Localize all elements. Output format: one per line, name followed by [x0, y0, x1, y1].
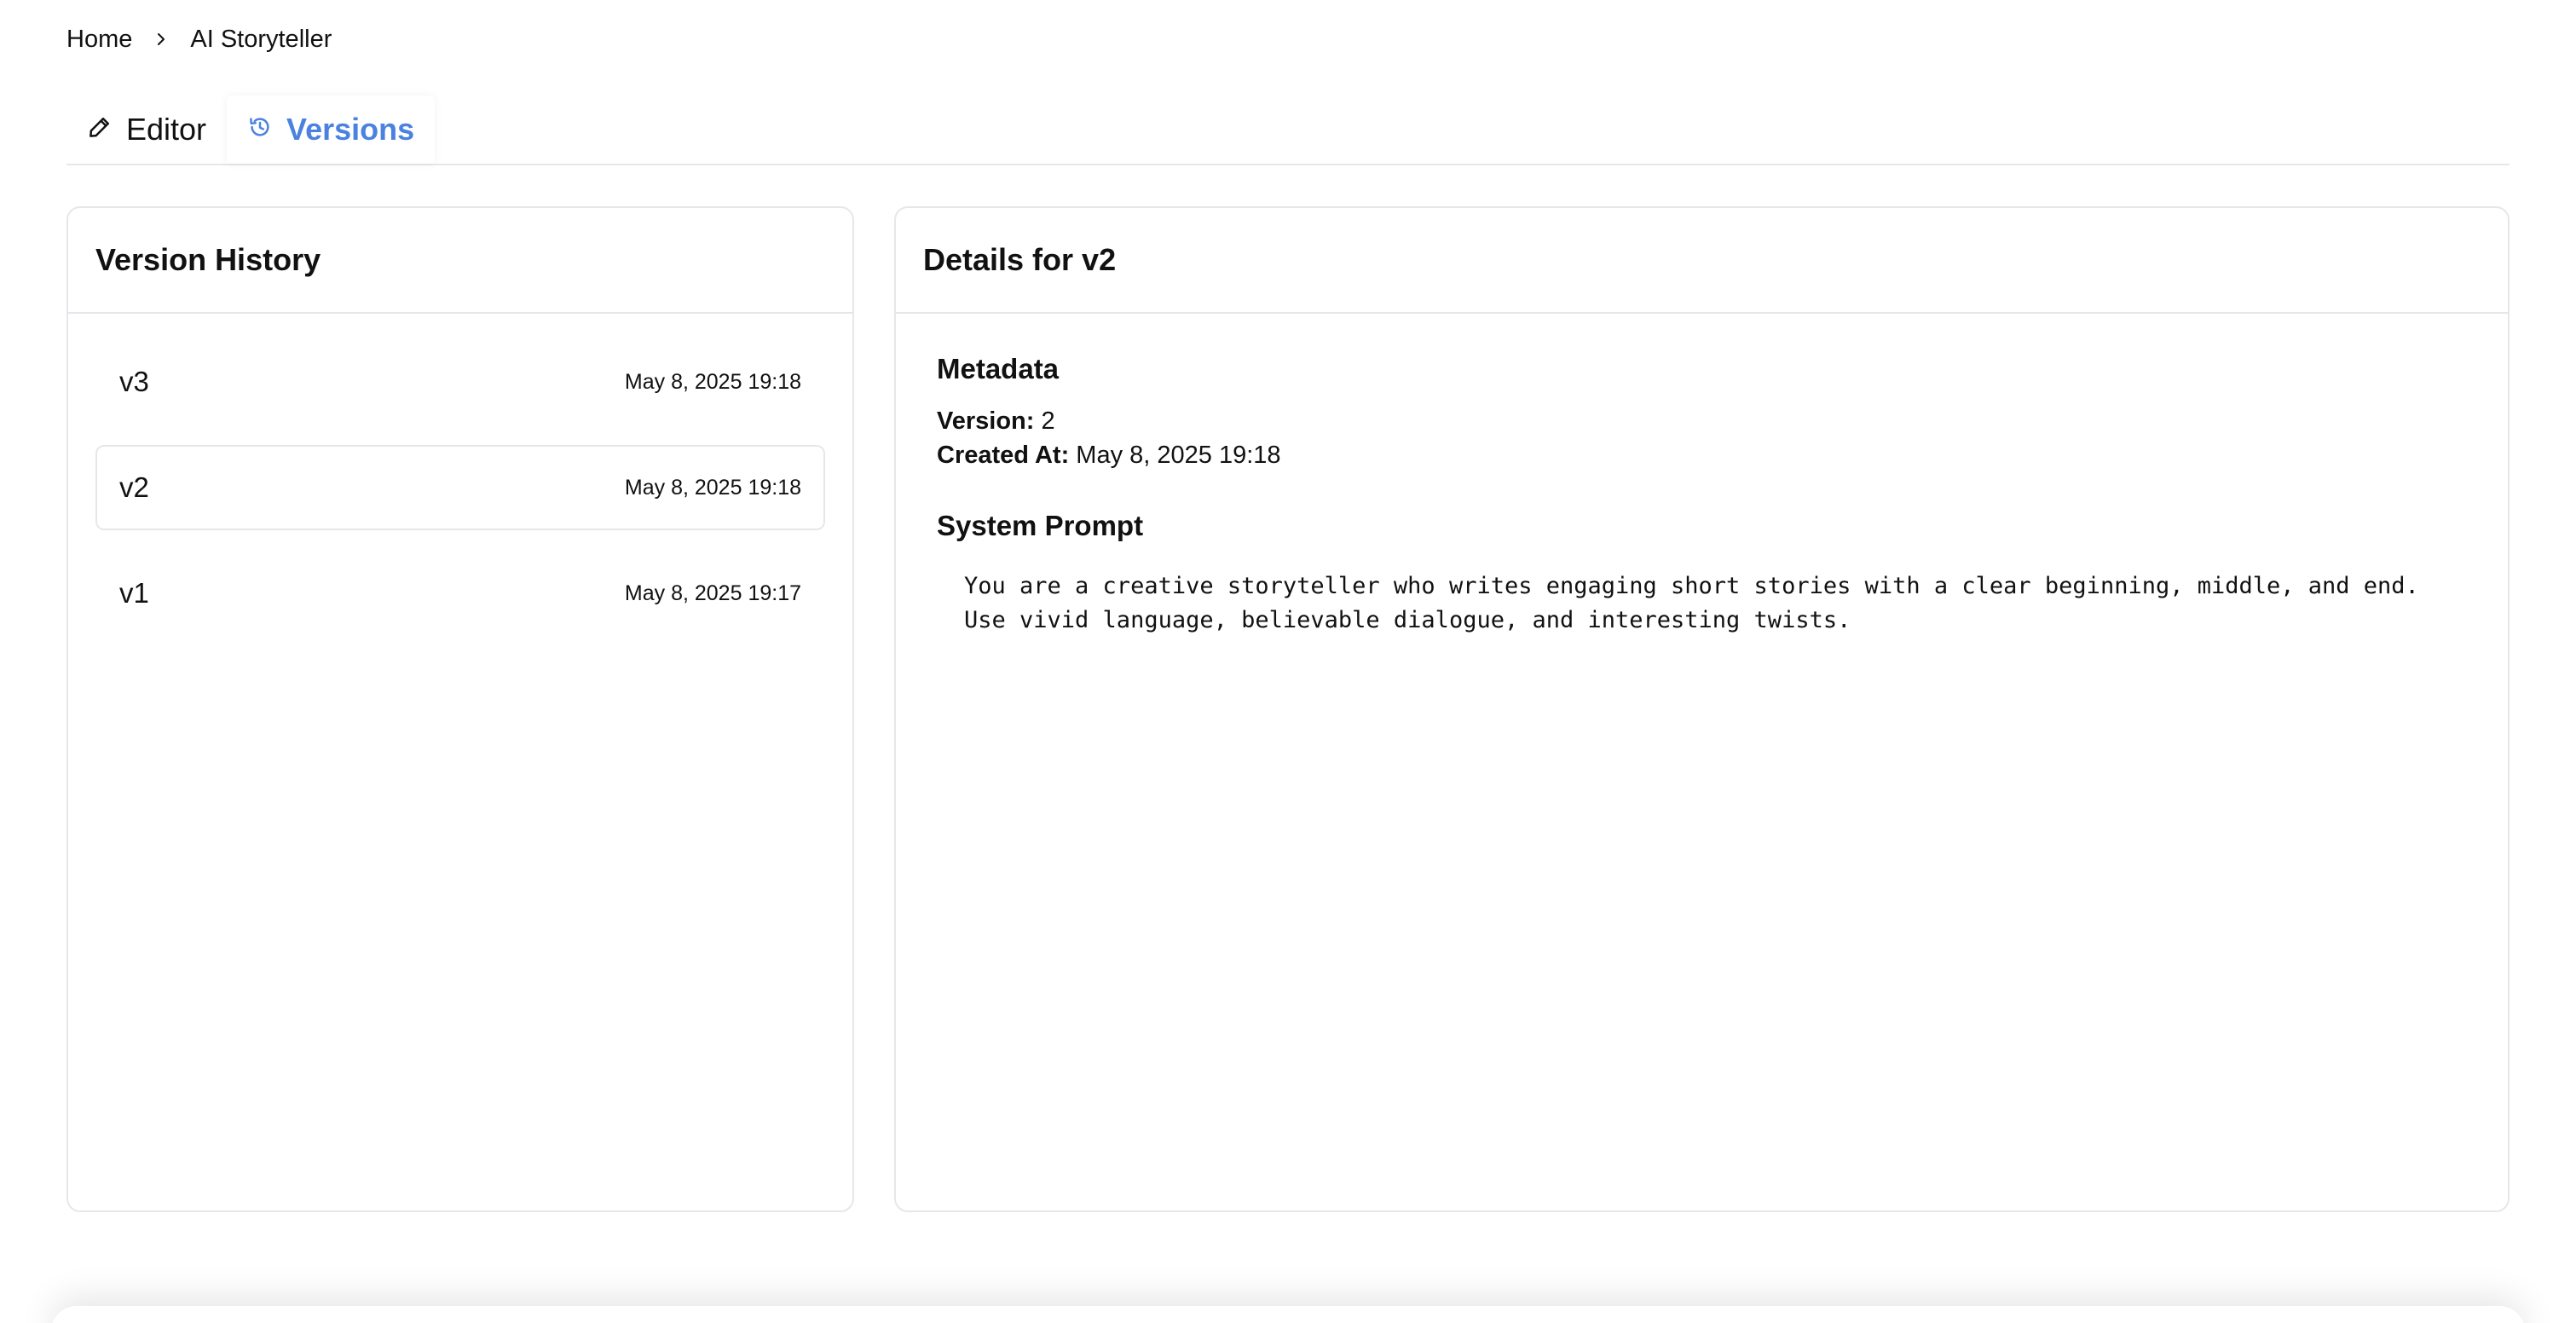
version-details-panel: Details for v2 Metadata Version: 2 Creat… — [894, 206, 2510, 1212]
system-prompt-heading: System Prompt — [937, 510, 1144, 541]
version-history-title: Version History — [68, 208, 852, 314]
page: Home AI Storyteller Editor Versions Vers… — [0, 0, 2576, 1323]
history-icon — [247, 112, 273, 147]
chevron-right-icon — [153, 31, 170, 48]
version-list: v3 May 8, 2025 19:18 v2 May 8, 2025 19:1… — [68, 314, 852, 682]
version-history-panel: Version History v3 May 8, 2025 19:18 v2 … — [66, 206, 854, 1212]
breadcrumb-current: AI Storyteller — [190, 25, 332, 53]
version-label: v2 — [119, 471, 149, 503]
version-date: May 8, 2025 19:17 — [624, 581, 801, 605]
version-date: May 8, 2025 19:18 — [624, 475, 801, 500]
breadcrumb: Home AI Storyteller — [66, 22, 332, 56]
details-body: Metadata Version: 2 Created At: May 8, 2… — [896, 314, 2508, 677]
tab-editor-label: Editor — [126, 112, 207, 147]
breadcrumb-home-link[interactable]: Home — [66, 26, 132, 54]
details-title: Details for v2 — [896, 208, 2508, 314]
version-item-v2[interactable]: v2 May 8, 2025 19:18 — [95, 445, 825, 530]
version-date: May 8, 2025 19:18 — [624, 369, 801, 394]
tab-editor[interactable]: Editor — [66, 95, 227, 164]
metadata-heading: Metadata — [937, 353, 1060, 384]
meta-version-value: 2 — [1041, 407, 1055, 435]
version-label: v1 — [119, 577, 149, 609]
meta-created-key: Created At: — [937, 442, 1070, 469]
tab-versions-label: Versions — [286, 112, 415, 147]
version-item-v1[interactable]: v1 May 8, 2025 19:17 — [95, 551, 825, 636]
tab-bar: Editor Versions — [66, 95, 2510, 165]
meta-created-row: Created At: May 8, 2025 19:18 — [937, 438, 2467, 472]
meta-version-row: Version: 2 — [937, 404, 2467, 438]
bottom-edge-shadow — [51, 1306, 2525, 1323]
tab-versions[interactable]: Versions — [227, 95, 436, 164]
meta-created-value: May 8, 2025 19:18 — [1076, 442, 1281, 469]
system-prompt-text: You are a creative storyteller who write… — [964, 573, 2434, 633]
pencil-icon — [87, 112, 113, 147]
version-label: v3 — [119, 366, 149, 397]
version-item-v3[interactable]: v3 May 8, 2025 19:18 — [95, 339, 825, 425]
meta-version-key: Version: — [937, 407, 1035, 435]
